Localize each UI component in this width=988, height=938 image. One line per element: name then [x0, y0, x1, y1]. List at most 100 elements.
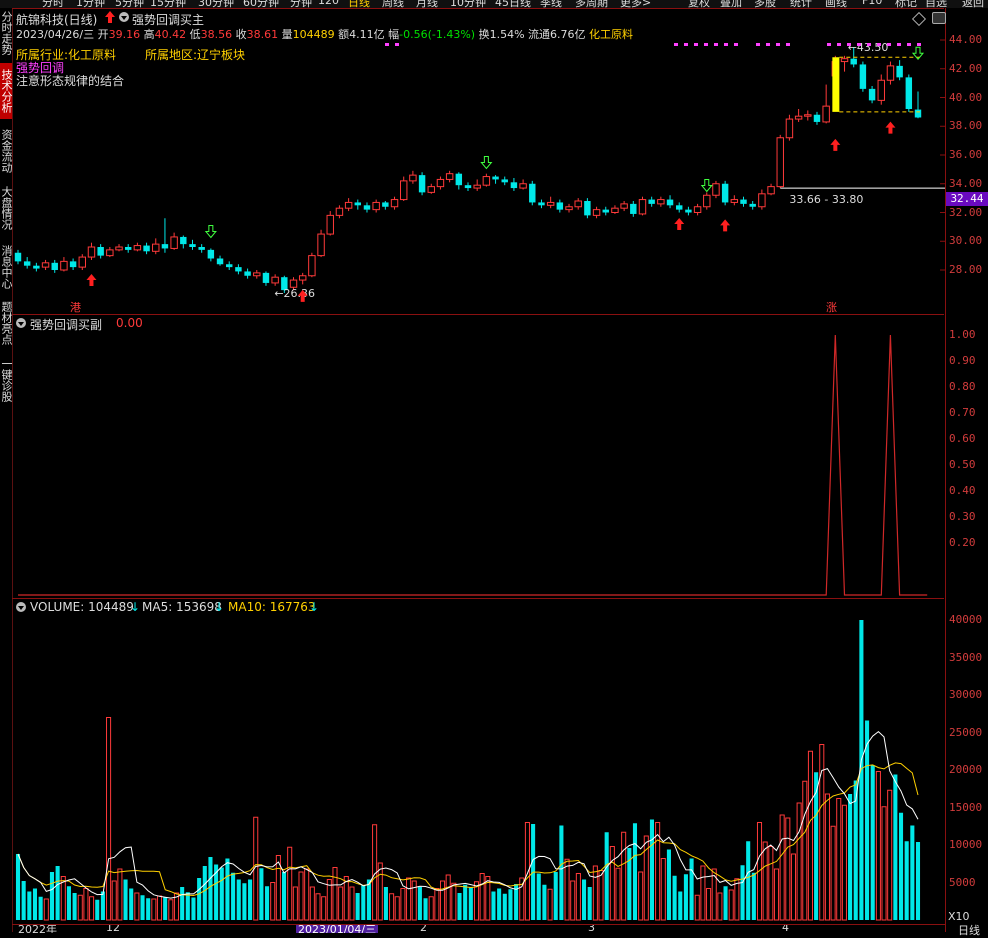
volume-bar — [134, 892, 140, 921]
candle-body — [464, 185, 472, 189]
volume-bar — [881, 806, 887, 921]
volume-bar — [231, 872, 236, 920]
candle-body — [492, 176, 499, 180]
candle-body — [409, 174, 417, 182]
volume-bar — [660, 858, 666, 921]
candle-body — [436, 178, 445, 188]
volume-bar — [321, 896, 327, 921]
candle-body — [822, 105, 830, 123]
candle-body — [482, 176, 491, 186]
volume-bar — [377, 862, 383, 921]
volume-bar — [15, 854, 21, 920]
volume-bar — [259, 868, 264, 920]
candle-body — [298, 275, 307, 281]
volume-bar — [779, 814, 785, 921]
buy-arrow-icon — [720, 219, 731, 232]
candle-body — [23, 261, 31, 266]
candle-body — [262, 272, 270, 283]
candle-body — [455, 173, 463, 186]
volume-bar — [219, 867, 224, 920]
volume-bar — [740, 865, 745, 920]
volume-bar — [197, 878, 202, 920]
volume-bar — [248, 879, 253, 920]
volume-bar — [156, 895, 163, 921]
candle-body — [868, 88, 876, 101]
volume-bar — [632, 823, 638, 920]
volume-bar — [72, 893, 77, 920]
signal-dot — [827, 43, 831, 46]
volume-bar — [361, 885, 366, 920]
volume-bar — [208, 857, 213, 920]
volume-bar — [457, 893, 462, 920]
volume-bar — [728, 889, 734, 921]
volume-bar — [89, 896, 95, 921]
candle-body — [170, 236, 178, 249]
signal-line — [18, 334, 928, 596]
volume-bar — [366, 879, 371, 920]
signal-dot — [714, 43, 718, 46]
chart-canvas[interactable]: ←43.50←26.3633.66 - 33.80港涨 — [0, 0, 988, 932]
period-label[interactable]: 日线 — [958, 922, 980, 938]
candle-body — [317, 233, 325, 257]
volume-bar — [270, 882, 276, 921]
sell-arrow-icon — [480, 156, 493, 170]
candle-body — [400, 180, 408, 201]
volume-bar — [609, 846, 615, 921]
candle-body — [510, 182, 518, 189]
volume-bar — [225, 858, 230, 920]
volume-bar — [423, 898, 428, 920]
volume-bar — [49, 872, 54, 920]
candle-body — [648, 199, 655, 204]
signal-dot — [897, 43, 901, 46]
candle-body — [326, 214, 334, 235]
signal-dot — [786, 43, 790, 46]
candle-body — [106, 249, 114, 257]
volume-bar — [111, 880, 117, 921]
volume-bar — [95, 899, 100, 920]
volume-bar — [129, 888, 134, 920]
candle-body — [180, 236, 187, 245]
volume-bar — [349, 886, 355, 921]
volume-bar — [343, 876, 349, 921]
candle-body — [115, 246, 123, 251]
volume-bar — [151, 898, 157, 921]
volume-bar — [796, 802, 802, 921]
candle-body — [693, 206, 702, 213]
volume-bar — [751, 872, 756, 920]
volume-bar — [491, 891, 496, 920]
volume-bar — [536, 873, 541, 920]
volume-bar — [394, 896, 400, 921]
volume-bar — [315, 893, 321, 921]
signal-dot — [724, 43, 728, 46]
candle-body — [877, 79, 885, 101]
volume-bar — [678, 891, 683, 920]
volume-bar — [524, 822, 530, 921]
signal-dot — [887, 43, 891, 46]
candle-body — [666, 199, 674, 206]
candle-body — [592, 209, 601, 216]
candle-body — [776, 137, 784, 188]
volume-bar — [564, 858, 570, 921]
volume-bar — [790, 853, 797, 921]
candle-body — [556, 202, 564, 210]
volume-bar — [282, 872, 287, 920]
candle-body — [133, 245, 142, 251]
candle-body — [859, 64, 867, 89]
volume-bar — [140, 895, 145, 920]
candle-body — [216, 258, 224, 265]
candle-body — [198, 247, 205, 250]
volume-bar — [746, 841, 751, 920]
volume-bar — [242, 883, 247, 920]
candle-body — [473, 184, 481, 189]
volume-bar — [451, 882, 457, 921]
buy-arrow-icon — [885, 121, 896, 134]
sell-arrow-icon — [204, 225, 217, 239]
candle-body — [33, 265, 40, 269]
candle-body — [41, 262, 50, 268]
candle-body — [161, 244, 169, 249]
volume-bar — [570, 880, 576, 921]
candle-body — [445, 173, 454, 180]
candle-body — [363, 205, 371, 210]
volume-bar — [434, 888, 440, 921]
signal-dot — [385, 43, 389, 46]
